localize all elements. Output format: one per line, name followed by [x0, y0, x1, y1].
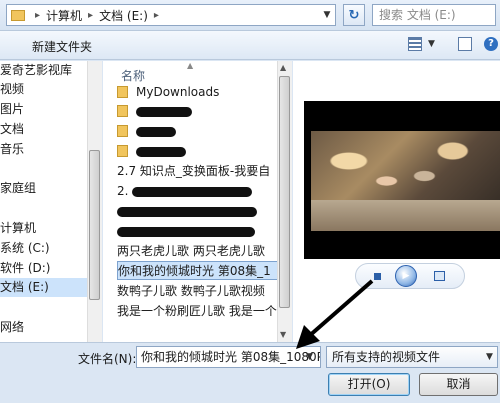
filename-label: 文件名(N): [78, 352, 137, 366]
list-item[interactable]: 2.7 知识点_变换面板-我要自 [117, 162, 279, 181]
breadcrumb-drive-e[interactable]: 文档 (E:) [99, 7, 148, 24]
folder-icon [117, 86, 128, 98]
nav-scrollbar-thumb[interactable] [89, 150, 100, 300]
nav-item-computer[interactable]: 计算机 [0, 219, 36, 238]
redaction-scribble [136, 126, 176, 137]
file-name: 2.7 知识点_变换面板-我要自 [117, 164, 271, 178]
address-bar[interactable]: ▸ 计算机 ▸ 文档 (E:) ▸ [6, 4, 336, 26]
redaction-scribble [136, 106, 192, 117]
scroll-up-icon[interactable]: ▲ [280, 63, 286, 72]
file-list: ▲ 名称 MyDownloads 2.7 知识点_变换面板-我要自 2. 两只老… [103, 61, 292, 342]
sort-caret-icon: ▲ [187, 61, 194, 70]
folder-icon [117, 125, 128, 137]
nav-item-drive-c[interactable]: 系统 (C:) [0, 239, 50, 258]
filename-input[interactable]: 你和我的倾城时光 第08集_1080P [136, 346, 321, 368]
nav-item-music[interactable]: 音乐 [0, 140, 24, 159]
redaction-scribble [136, 146, 186, 157]
nav-item-iqiyi-library[interactable]: 爱奇艺影视库 [0, 61, 72, 80]
address-dropdown-icon[interactable]: ▼ [318, 4, 336, 26]
breadcrumb-computer[interactable]: 计算机 [46, 7, 82, 24]
nav-item-pictures[interactable]: 图片 [0, 100, 24, 119]
breadcrumb-separator-icon: ▸ [153, 9, 159, 21]
nav-item-documents[interactable]: 文档 [0, 120, 24, 139]
nav-item-videos[interactable]: 视频 [0, 80, 24, 99]
view-dropdown-icon[interactable]: ▼ [428, 39, 442, 53]
preview-pane-icon[interactable] [458, 37, 472, 51]
refresh-icon[interactable]: ↻ [343, 4, 365, 26]
redaction-scribble [117, 206, 257, 217]
list-item[interactable]: MyDownloads [117, 83, 279, 102]
list-item[interactable]: 数鸭子儿歌 数鸭子儿歌视频 [117, 282, 279, 301]
list-item[interactable]: 两只老虎儿歌 两只老虎儿歌 [117, 242, 279, 261]
list-item[interactable]: 我是一个粉刷匠儿歌 我是一个 [117, 302, 279, 321]
folder-icon [117, 105, 128, 117]
breadcrumb-separator-icon: ▸ [88, 9, 94, 21]
file-name: 你和我的倾城时光 第08集_1 [118, 264, 271, 278]
file-name: 两只老虎儿歌 两只老虎儿歌 [117, 244, 265, 258]
filetype-dropdown-icon[interactable]: ▼ [486, 352, 493, 362]
list-item[interactable] [117, 222, 279, 241]
cancel-button[interactable]: 取消 [419, 373, 498, 396]
list-item-selected[interactable]: 你和我的倾城时光 第08集_1 [117, 261, 279, 280]
search-input[interactable]: 搜索 文档 (E:) [372, 4, 496, 26]
filename-dropdown-icon[interactable]: ▼ [306, 352, 313, 362]
file-name: MyDownloads [136, 85, 220, 99]
list-item[interactable] [117, 202, 279, 221]
folder-icon [117, 145, 128, 157]
video-frame-table [311, 200, 500, 231]
list-item[interactable]: 2. [117, 182, 279, 201]
fullscreen-icon[interactable] [434, 271, 445, 281]
list-item[interactable] [117, 102, 279, 121]
file-name: 数鸭子儿歌 数鸭子儿歌视频 [117, 284, 265, 298]
column-header-name[interactable]: 名称 [121, 67, 145, 84]
nav-item-drive-e[interactable]: 文档 (E:) [0, 278, 88, 297]
list-item[interactable] [117, 122, 279, 141]
new-folder-button[interactable]: 新建文件夹 [32, 38, 92, 55]
nav-item-drive-d[interactable]: 软件 (D:) [0, 259, 50, 278]
folder-icon [11, 9, 25, 21]
view-options-icon[interactable] [408, 37, 422, 51]
file-name: 我是一个粉刷匠儿歌 我是一个 [117, 304, 277, 318]
redaction-scribble [132, 186, 253, 197]
list-item[interactable] [117, 142, 279, 161]
command-toolbar: 新建文件夹 ▼ ? [0, 31, 500, 60]
scroll-down-icon[interactable]: ▼ [280, 330, 286, 339]
redaction-scribble [117, 226, 255, 237]
breadcrumb-separator-icon: ▸ [35, 9, 41, 21]
filetype-select[interactable]: 所有支持的视频文件 [326, 346, 498, 368]
play-icon[interactable]: ▶ [395, 265, 417, 287]
file-list-scrollbar-thumb[interactable] [279, 76, 290, 308]
open-button[interactable]: 打开(O) [328, 373, 410, 396]
nav-item-network[interactable]: 网络 [0, 318, 24, 337]
stop-icon[interactable] [374, 273, 381, 280]
file-name: 2. [117, 184, 129, 198]
help-icon[interactable]: ? [484, 37, 498, 51]
nav-item-homegroup[interactable]: 家庭组 [0, 179, 36, 198]
